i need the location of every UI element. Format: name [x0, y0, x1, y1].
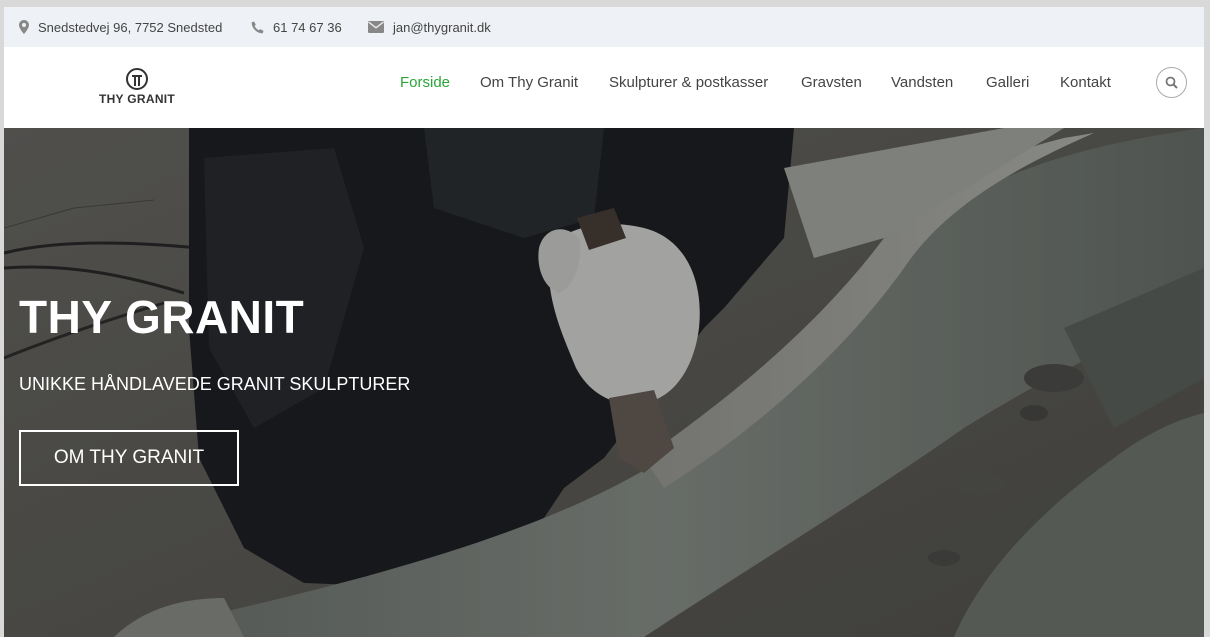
- nav-item-gravsten[interactable]: Gravsten: [801, 74, 862, 91]
- nav-item-om-thy-granit[interactable]: Om Thy Granit: [480, 74, 578, 91]
- site-logo[interactable]: THY GRANIT: [97, 67, 177, 109]
- address-item: Snedstedvej 96, 7752 Snedsted: [19, 20, 222, 35]
- phone-text[interactable]: 61 74 67 36: [273, 20, 342, 35]
- address-text: Snedstedvej 96, 7752 Snedsted: [38, 19, 223, 35]
- nav-item-skulpturer-postkasser[interactable]: Skulpturer & postkasser: [609, 74, 768, 91]
- logo-mark-icon: [126, 68, 148, 90]
- map-marker-icon: [19, 20, 29, 34]
- phone-icon: [251, 21, 264, 34]
- nav-item-kontakt[interactable]: Kontakt: [1060, 74, 1111, 91]
- hero-banner: THY GRANIT UNIKKE HÅNDLAVEDE GRANIT SKUL…: [4, 128, 1204, 637]
- nav-item-vandsten[interactable]: Vandsten: [891, 74, 953, 91]
- main-navbar: THY GRANIT Forside Om Thy Granit Skulptu…: [4, 47, 1204, 128]
- search-button[interactable]: [1156, 67, 1187, 98]
- phone-item[interactable]: 61 74 67 36: [251, 20, 342, 35]
- email-item[interactable]: jan@thygranit.dk: [368, 20, 491, 35]
- nav-item-forside[interactable]: Forside: [400, 74, 450, 91]
- email-text[interactable]: jan@thygranit.dk: [393, 20, 491, 35]
- search-icon: [1165, 76, 1178, 89]
- browser-viewport: Snedstedvej 96, 7752 Snedsted 61 74 67 3…: [4, 7, 1204, 637]
- logo-text: THY GRANIT: [98, 92, 176, 106]
- hero-title: THY GRANIT: [19, 291, 305, 343]
- top-info-bar: Snedstedvej 96, 7752 Snedsted 61 74 67 3…: [4, 7, 1204, 47]
- envelope-icon: [368, 21, 384, 33]
- om-thy-granit-button[interactable]: OM THY GRANIT: [19, 430, 239, 486]
- nav-item-galleri[interactable]: Galleri: [986, 74, 1029, 91]
- hero-subtitle: UNIKKE HÅNDLAVEDE GRANIT SKULPTURER: [19, 374, 411, 394]
